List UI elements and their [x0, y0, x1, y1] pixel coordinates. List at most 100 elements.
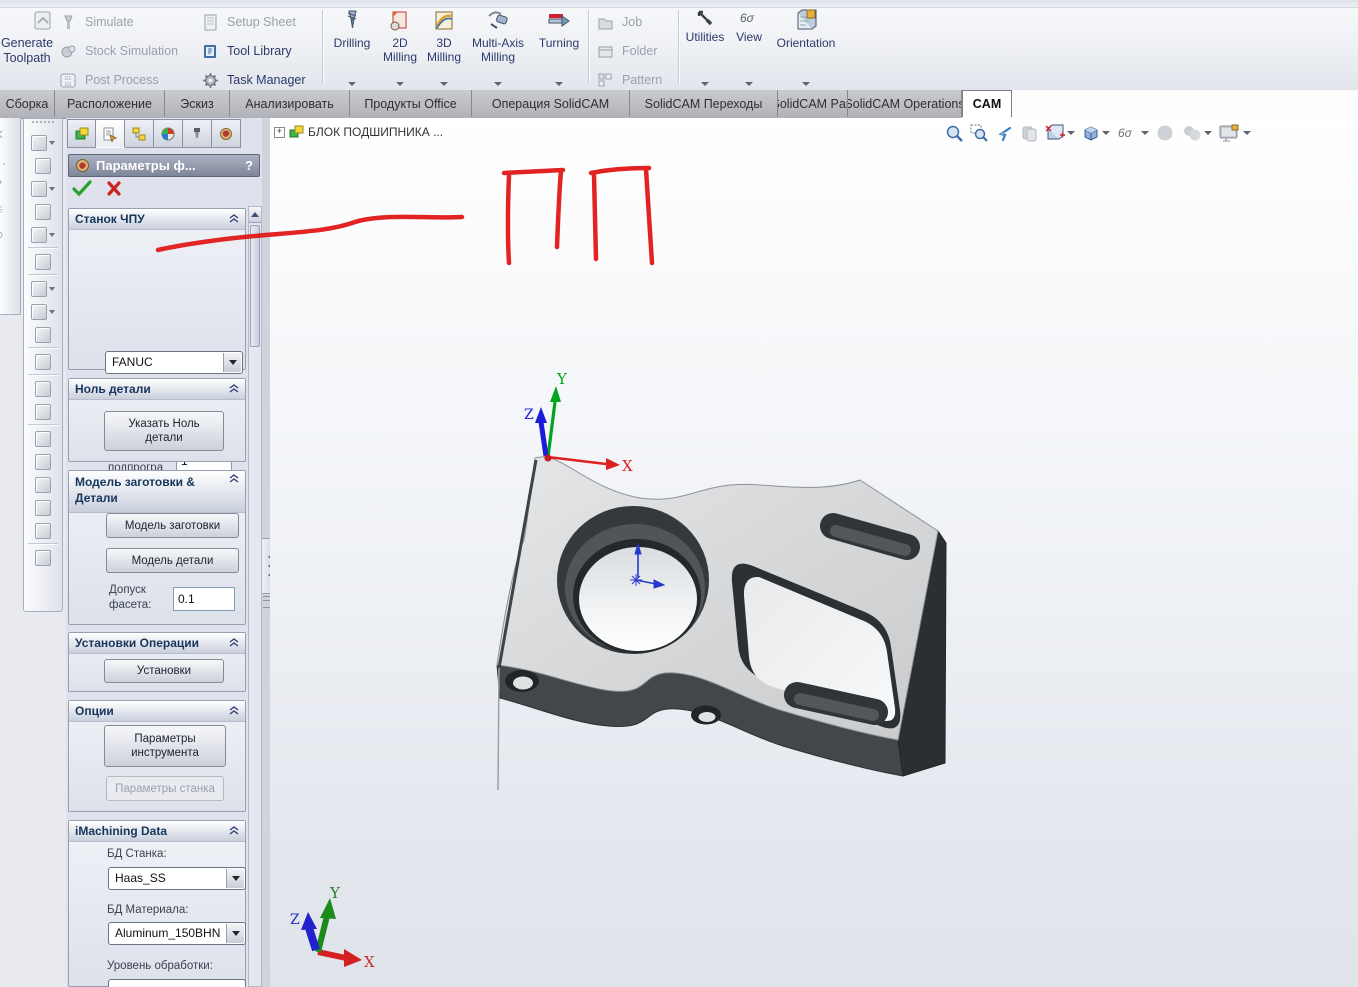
2d-milling-dropdown-arrow[interactable] — [396, 82, 404, 86]
section-setups-header[interactable]: Установки Операции — [69, 633, 245, 654]
clipped-icon[interactable]: ✳ — [0, 202, 20, 218]
section-models-header[interactable]: Модель заготовки & Детали — [69, 471, 245, 513]
tab-solidcam-operations[interactable]: SolidCAM Operations — [848, 90, 962, 117]
tab-eskiz[interactable]: Эскиз — [165, 90, 230, 117]
dropdown-arrow-icon[interactable] — [49, 140, 55, 145]
view-button[interactable]: 6σ View — [731, 8, 767, 86]
exploded-view-button[interactable] — [24, 427, 62, 450]
controller-dropdown[interactable]: FANUC — [105, 351, 243, 374]
collapse-chevron-icon[interactable] — [229, 826, 239, 836]
panel-scrollbar[interactable] — [248, 206, 262, 987]
configurationmanager-tab[interactable] — [125, 119, 154, 148]
stock-model-button[interactable]: Модель заготовки — [106, 513, 239, 538]
section-cnc-machine-header[interactable]: Станок ЧПУ — [69, 209, 245, 230]
help-button[interactable]: ? — [245, 158, 253, 173]
material-db-dropdown-button[interactable] — [226, 924, 244, 943]
mate-button[interactable] — [24, 177, 62, 200]
controller-dropdown-button[interactable] — [223, 353, 241, 372]
displaymanager-tab[interactable] — [154, 119, 183, 148]
tab-produkty-office[interactable]: Продукты Office — [350, 90, 472, 117]
ok-check-button[interactable] — [72, 180, 92, 197]
clipped-icon[interactable]: ↱ — [0, 177, 20, 193]
pattern-button[interactable]: Pattern — [597, 68, 662, 92]
rotate-component-button[interactable] — [24, 223, 62, 246]
section-options-header[interactable]: Опции — [69, 701, 245, 722]
dropdown-arrow-icon[interactable] — [49, 186, 55, 191]
utilities-dropdown-arrow[interactable] — [701, 82, 709, 86]
machine-db-dropdown[interactable]: Haas_SS — [108, 867, 246, 890]
section-button[interactable] — [24, 350, 62, 373]
new-part-button[interactable] — [24, 519, 62, 542]
pick-part-zero-button[interactable]: Указать Ноль детали — [104, 411, 224, 451]
section-part-zero-header[interactable]: Ноль детали — [69, 379, 245, 400]
stock-simulation-button[interactable]: Stock Simulation — [60, 39, 178, 63]
collapse-chevron-icon[interactable] — [229, 214, 239, 224]
material-db-dropdown[interactable]: Aluminum_150BHN — [108, 922, 246, 945]
tab-sborka[interactable]: Сборка — [0, 90, 55, 117]
assembly-features-button[interactable] — [24, 300, 62, 323]
clearance-button[interactable] — [24, 400, 62, 423]
bom-button[interactable] — [24, 473, 62, 496]
move-component-button[interactable] — [24, 277, 62, 300]
turning-dropdown-arrow[interactable] — [555, 82, 563, 86]
collapse-chevron-icon[interactable] — [229, 706, 239, 716]
preview-button[interactable] — [24, 200, 62, 223]
solidcam-tool-tab[interactable] — [183, 119, 212, 148]
insert-component-button[interactable] — [24, 131, 62, 154]
simulate-button[interactable]: Simulate — [60, 10, 134, 34]
setups-button[interactable]: Установки — [104, 659, 224, 683]
envelope-button[interactable] — [24, 496, 62, 519]
tab-solidcam-part[interactable]: SolidCAM Part — [778, 90, 848, 117]
3d-milling-dropdown-arrow[interactable] — [440, 82, 448, 86]
section-imachining-header[interactable]: iMachining Data — [69, 821, 245, 842]
setup-sheet-button[interactable]: Setup Sheet — [202, 10, 296, 34]
orientation-button[interactable]: Orientation — [770, 8, 842, 86]
scrollbar-thumb[interactable] — [250, 225, 260, 347]
explode-line-button[interactable] — [24, 450, 62, 473]
folder-button[interactable]: Folder — [597, 39, 657, 63]
tab-solidcam-perekhody[interactable]: SolidCAM Переходы — [630, 90, 778, 117]
view-dropdown-arrow[interactable] — [745, 82, 753, 86]
clipped-icon[interactable]: ✕ — [0, 127, 20, 143]
utilities-button[interactable]: Utilities — [685, 8, 725, 86]
motion-study-button[interactable] — [24, 323, 62, 346]
dropdown-arrow-icon[interactable] — [49, 286, 55, 291]
tab-raspolozhenie[interactable]: Расположение — [55, 90, 165, 117]
target-model-button[interactable]: Модель детали — [106, 548, 239, 573]
tool-library-button[interactable]: Tool Library — [202, 39, 292, 63]
multi-axis-milling-button[interactable]: Multi-Axis Milling — [467, 8, 529, 86]
tool-parameters-button[interactable]: Параметры инструмента — [104, 725, 226, 767]
task-manager-button[interactable]: Task Manager — [202, 68, 306, 92]
multi-axis-dropdown-arrow[interactable] — [494, 82, 502, 86]
clipped-icon[interactable]: ⊃ — [0, 227, 20, 243]
post-process-button[interactable]: G1 G3 Post Process — [60, 68, 159, 92]
smart-fasteners-button[interactable] — [24, 250, 62, 273]
dropdown-arrow-icon[interactable] — [49, 232, 55, 237]
reorder-button[interactable] — [24, 546, 62, 569]
attach-button[interactable] — [24, 154, 62, 177]
tab-analizirovat[interactable]: Анализировать — [230, 90, 350, 117]
drilling-button[interactable]: Drilling — [329, 8, 375, 86]
tab-cam-active[interactable]: CAM — [962, 90, 1012, 117]
tab-operaciya-solidcam[interactable]: Операция SolidCAM — [472, 90, 630, 117]
machine-db-dropdown-button[interactable] — [226, 869, 244, 888]
3d-milling-button[interactable]: 3D Milling — [421, 8, 467, 86]
graphics-viewport[interactable]: + БЛОК ПОДШИПНИКА ... 6σ X Y Z X Y Z — [270, 118, 1358, 987]
propertymanager-tab[interactable] — [96, 119, 125, 148]
collapse-chevron-icon[interactable] — [229, 638, 239, 648]
solidcam-operation-tab[interactable] — [212, 119, 241, 148]
3d-model-bearing-block[interactable]: X Y Z X Y Z — [270, 118, 1358, 987]
2d-milling-button[interactable]: 2D Milling — [377, 8, 423, 86]
facet-tolerance-input[interactable] — [173, 587, 235, 611]
clipped-icon[interactable]: ⋱ — [0, 152, 20, 168]
drilling-dropdown-arrow[interactable] — [348, 82, 356, 86]
dropdown-arrow-icon[interactable] — [49, 309, 55, 314]
toolbar-grip[interactable] — [32, 121, 54, 129]
orientation-dropdown-arrow[interactable] — [802, 82, 810, 86]
cancel-x-button[interactable] — [106, 180, 122, 197]
job-button[interactable]: Job — [597, 10, 642, 34]
interference-button[interactable] — [24, 377, 62, 400]
turning-button[interactable]: Turning — [536, 8, 582, 86]
scrollbar-up-button[interactable] — [249, 207, 261, 223]
collapse-chevron-icon[interactable] — [229, 474, 239, 484]
